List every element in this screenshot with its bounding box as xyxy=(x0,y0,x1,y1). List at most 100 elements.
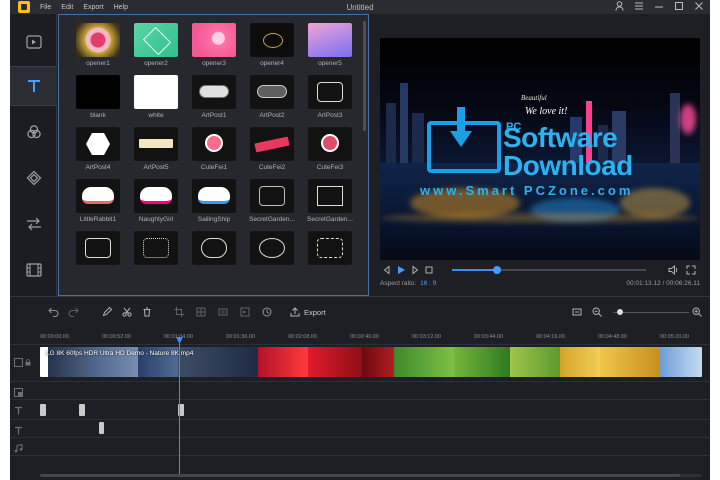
template-thumbnail xyxy=(134,127,178,161)
template-tile[interactable]: CuteFei1 xyxy=(185,127,243,173)
video-preview[interactable]: Beautiful We love it! PC Software Downlo… xyxy=(380,38,700,260)
account-icon[interactable] xyxy=(615,1,624,14)
text-clip[interactable] xyxy=(79,404,85,416)
playhead[interactable] xyxy=(179,339,180,474)
rail-transitions[interactable] xyxy=(10,204,57,244)
library-scrollbar[interactable] xyxy=(363,21,366,131)
video-track-icon xyxy=(14,357,23,367)
menu-help[interactable]: Help xyxy=(114,4,128,11)
template-tile[interactable]: SailingShip xyxy=(185,179,243,225)
menu-export[interactable]: Export xyxy=(83,4,103,11)
template-tile[interactable]: blank xyxy=(69,75,127,121)
fullscreen-button[interactable] xyxy=(684,263,698,277)
playback-progress[interactable] xyxy=(452,266,646,274)
template-tile[interactable]: ArtPost1 xyxy=(185,75,243,121)
step-forward-icon xyxy=(412,265,419,275)
pip-track-icon xyxy=(14,387,23,397)
next-frame-button[interactable] xyxy=(408,263,422,277)
template-tile[interactable] xyxy=(301,231,359,265)
rail-text[interactable] xyxy=(10,66,57,106)
zoom-slider-handle[interactable] xyxy=(616,309,623,315)
undo-button[interactable] xyxy=(46,305,60,319)
zoom-out-icon xyxy=(592,307,602,317)
template-label: ArtPost3 xyxy=(317,112,343,119)
template-thumbnail xyxy=(76,231,120,265)
crop-button[interactable] xyxy=(172,305,186,319)
template-tile[interactable]: opener3 xyxy=(185,23,243,69)
template-tile[interactable]: ArtPost3 xyxy=(301,75,359,121)
template-tile[interactable] xyxy=(243,231,301,265)
template-tile[interactable]: SecretGarden... xyxy=(243,179,301,225)
menu-file[interactable]: File xyxy=(40,4,51,11)
template-tile[interactable] xyxy=(185,231,243,265)
time-ruler[interactable]: 00:00:00.00 00:00:52.00 00:01:04.00 00:0… xyxy=(40,328,710,342)
template-tile[interactable] xyxy=(127,231,185,265)
template-thumbnail xyxy=(250,127,294,161)
timeline-scrollbar-thumb[interactable] xyxy=(40,474,680,477)
redo-button[interactable] xyxy=(66,305,80,319)
progress-handle[interactable] xyxy=(492,266,501,274)
rail-elements[interactable] xyxy=(10,250,57,290)
menu-more-icon[interactable] xyxy=(634,1,644,14)
template-tile[interactable]: SecretGarden... xyxy=(301,179,359,225)
watermark-line1: Software xyxy=(503,122,618,153)
detach-audio-button[interactable] xyxy=(238,305,252,319)
play-button[interactable] xyxy=(394,263,408,277)
edit-button[interactable] xyxy=(100,305,114,319)
template-tile[interactable]: opener4 xyxy=(243,23,301,69)
zoom-in-button[interactable] xyxy=(690,305,704,319)
duration-button[interactable] xyxy=(260,305,274,319)
template-label: white xyxy=(148,112,164,119)
zoom-slider-track[interactable] xyxy=(613,312,689,313)
template-thumbnail xyxy=(76,23,120,57)
template-thumbnail xyxy=(192,179,236,213)
text-clip[interactable] xyxy=(99,422,104,434)
template-tile[interactable]: ArtPost2 xyxy=(243,75,301,121)
preview-overlay-title: Beautiful xyxy=(521,94,547,102)
template-label: opener2 xyxy=(144,60,168,67)
template-tile[interactable]: opener5 xyxy=(301,23,359,69)
rail-filters[interactable] xyxy=(10,112,57,152)
template-thumbnail xyxy=(308,179,352,213)
volume-button[interactable] xyxy=(666,263,680,277)
fit-timeline-button[interactable] xyxy=(570,305,584,319)
template-tile[interactable]: ArtPost5 xyxy=(127,127,185,173)
text-clip[interactable] xyxy=(40,404,46,416)
template-tile[interactable]: CuteFei2 xyxy=(243,127,301,173)
template-label: opener3 xyxy=(202,60,226,67)
current-time: 00:01:13.12 xyxy=(626,280,661,287)
template-tile[interactable]: opener2 xyxy=(127,23,185,69)
rail-media[interactable] xyxy=(10,22,57,62)
rail-overlays[interactable] xyxy=(10,158,57,198)
template-tile[interactable]: ArtPost4 xyxy=(69,127,127,173)
template-label: opener4 xyxy=(260,60,284,67)
element-icon xyxy=(25,263,42,277)
template-tile[interactable]: white xyxy=(127,75,185,121)
delete-button[interactable] xyxy=(140,305,154,319)
close-icon[interactable] xyxy=(694,1,704,14)
lock-icon[interactable] xyxy=(25,358,31,366)
minimize-icon[interactable] xyxy=(654,1,664,14)
template-label: NaughtyGirl xyxy=(138,216,174,223)
mosaic-button[interactable] xyxy=(194,305,208,319)
split-button[interactable] xyxy=(120,305,134,319)
redo-icon xyxy=(68,307,79,317)
template-tile[interactable]: CuteFei3 xyxy=(301,127,359,173)
previous-frame-button[interactable] xyxy=(380,263,394,277)
aspect-ratio-value[interactable]: 16 : 9 xyxy=(420,280,436,287)
template-tile[interactable]: opener1 xyxy=(69,23,127,69)
maximize-icon[interactable] xyxy=(674,1,684,14)
stop-button[interactable] xyxy=(422,263,436,277)
video-clip[interactable]: LG 8K 60fps HDR Ultra HD Demo - Nature 8… xyxy=(40,347,702,377)
zoom-out-button[interactable] xyxy=(590,305,604,319)
playback-controls xyxy=(380,262,700,278)
media-icon xyxy=(25,35,42,49)
audio-track-header xyxy=(14,441,38,455)
template-tile[interactable] xyxy=(69,231,127,265)
export-button[interactable]: Export xyxy=(290,305,326,319)
template-tile[interactable]: LittleRabbit1 xyxy=(69,179,127,225)
freeze-frame-button[interactable] xyxy=(216,305,230,319)
template-tile[interactable]: NaughtyGirl xyxy=(127,179,185,225)
menu-edit[interactable]: Edit xyxy=(61,4,73,11)
stop-icon xyxy=(425,266,433,274)
